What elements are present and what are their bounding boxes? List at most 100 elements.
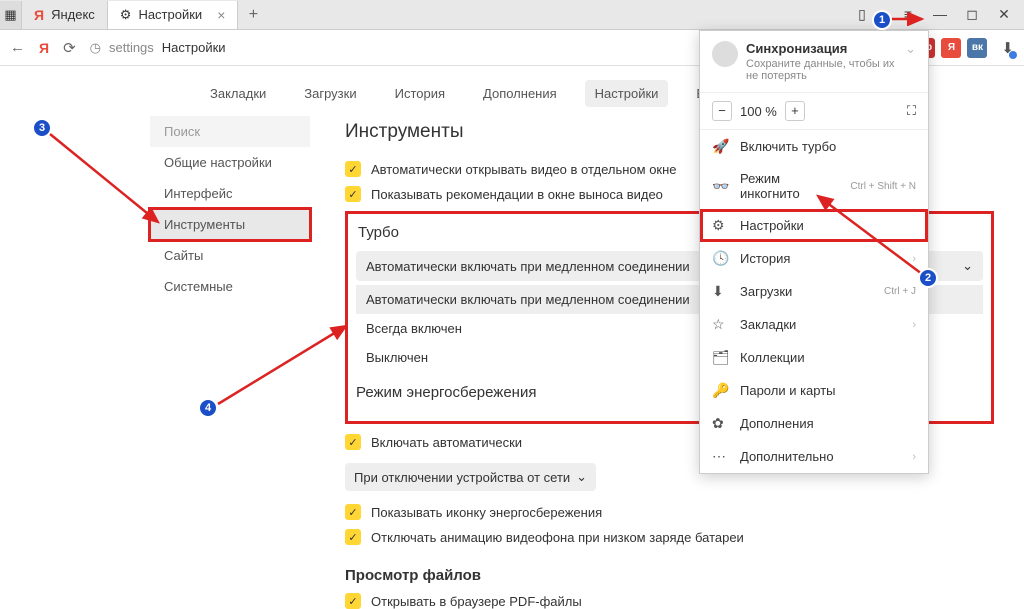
checkbox-icon[interactable]: ✓ <box>345 186 361 202</box>
tab-settings[interactable]: ⚙ Настройки × <box>108 1 239 29</box>
checkbox-icon[interactable]: ✓ <box>345 434 361 450</box>
chevron-down-icon: ⌄ <box>962 258 973 274</box>
menu-label: Загрузки <box>740 284 874 299</box>
menu-icon: ⚙ <box>712 217 730 234</box>
nav-settings[interactable]: Настройки <box>585 80 669 107</box>
chk-label: Открывать в браузере PDF-файлы <box>371 594 582 609</box>
close-icon[interactable]: × <box>217 7 225 23</box>
menu-item-пароли-и-карты[interactable]: 🔑 Пароли и карты <box>700 374 928 407</box>
chk-label: Включать автоматически <box>371 435 522 450</box>
sidebar-item-tools[interactable]: Инструменты <box>150 209 310 240</box>
menu-label: Режим инкогнито <box>740 171 840 201</box>
bookmark-icon[interactable]: ▯ <box>852 6 872 23</box>
menu-item-настройки[interactable]: ⚙ Настройки <box>700 209 928 242</box>
home-button[interactable]: Я <box>39 40 49 56</box>
sidebar-search[interactable]: Поиск <box>150 116 310 147</box>
nav-downloads[interactable]: Загрузки <box>294 80 366 107</box>
menu-zoom: − 100 % + ⛶ <box>700 93 928 130</box>
chk-label: Отключать анимацию видеофона при низком … <box>371 530 744 545</box>
sidebar-item-system[interactable]: Системные <box>150 271 310 302</box>
menu-label: Дополнения <box>740 416 916 431</box>
zoom-value: 100 % <box>740 104 777 119</box>
dd-selected: Автоматически включать при медленном сое… <box>366 259 690 274</box>
nav-addons[interactable]: Дополнения <box>473 80 567 107</box>
chevron-right-icon: › <box>912 253 916 265</box>
fullscreen-icon[interactable]: ⛶ <box>907 103 916 119</box>
menu-item-включить-турбо[interactable]: 🚀 Включить турбо <box>700 130 928 163</box>
dd-selected: При отключении устройства от сети <box>354 470 570 485</box>
sidebar: Поиск Общие настройки Интерфейс Инструме… <box>150 66 310 576</box>
menu-label: Пароли и карты <box>740 383 916 398</box>
sidebar-item-sites[interactable]: Сайты <box>150 240 310 271</box>
chk-label: Автоматически открывать видео в отдельно… <box>371 162 677 177</box>
ext-icon-3[interactable]: вк <box>967 38 987 58</box>
menu-icon: ☆ <box>712 316 730 333</box>
menu-item-дополнения[interactable]: ✿ Дополнения <box>700 407 928 440</box>
menu-item-загрузки[interactable]: ⬇ Загрузки Ctrl + J <box>700 275 928 308</box>
ext-icon-2[interactable]: Я <box>941 38 961 58</box>
menu-icon: 🔑 <box>712 382 730 399</box>
menu-label: Включить турбо <box>740 139 916 154</box>
minimize-button[interactable]: — <box>930 6 950 23</box>
nav-history[interactable]: История <box>385 80 455 107</box>
badge-2: 2 <box>918 268 938 288</box>
menu-shortcut: Ctrl + J <box>884 286 916 297</box>
menu-sync[interactable]: Синхронизация Сохраните данные, чтобы их… <box>700 31 928 93</box>
tab-panel-icon[interactable]: ▦ <box>0 1 22 29</box>
sync-subtitle: Сохраните данные, чтобы их не потерять <box>746 58 897 82</box>
menu-icon: ⋯ <box>712 448 730 465</box>
new-tab-button[interactable]: + <box>238 6 268 24</box>
close-button[interactable]: ✕ <box>994 6 1014 23</box>
chk-label: Показывать рекомендации в окне выноса ви… <box>371 187 663 202</box>
zoom-out-button[interactable]: − <box>712 101 732 121</box>
menu-item-закладки[interactable]: ☆ Закладки › <box>700 308 928 341</box>
badge-1: 1 <box>872 10 892 30</box>
menu-shortcut: Ctrl + Shift + N <box>850 181 916 192</box>
back-button[interactable]: ← <box>10 39 25 56</box>
menu-item-режим-инкогнито[interactable]: 👓 Режим инкогнито Ctrl + Shift + N <box>700 163 928 209</box>
chk-label: Показывать иконку энергосбережения <box>371 505 602 520</box>
sidebar-item-general[interactable]: Общие настройки <box>150 147 310 178</box>
maximize-button[interactable]: ◻ <box>962 6 982 23</box>
menu-icon: ✿ <box>712 415 730 432</box>
checkbox-icon[interactable]: ✓ <box>345 593 361 609</box>
reload-button[interactable]: ⟳ <box>63 39 76 57</box>
menu-icon: 🗂 <box>712 349 730 366</box>
tab-yandex[interactable]: Я Яндекс <box>22 1 108 29</box>
menu-label: Дополнительно <box>740 449 902 464</box>
sidebar-item-interface[interactable]: Интерфейс <box>150 178 310 209</box>
main-menu-panel: Синхронизация Сохраните данные, чтобы их… <box>699 30 929 474</box>
menu-item-дополнительно[interactable]: ⋯ Дополнительно › <box>700 440 928 473</box>
checkbox-icon[interactable]: ✓ <box>345 161 361 177</box>
zoom-in-button[interactable]: + <box>785 101 805 121</box>
menu-icon: ⬇ <box>712 283 730 300</box>
menu-label: Настройки <box>740 218 916 233</box>
badge-4: 4 <box>198 398 218 418</box>
chevron-down-icon: ⌄ <box>905 41 916 82</box>
nav-bookmarks[interactable]: Закладки <box>200 80 276 107</box>
menu-icon: 👓 <box>712 178 730 195</box>
chevron-right-icon: › <box>912 319 916 331</box>
menu-icon[interactable]: ≡ <box>898 6 918 23</box>
chevron-down-icon: ⌄ <box>576 469 587 485</box>
addr-path: Настройки <box>162 40 226 55</box>
menu-item-коллекции[interactable]: 🗂 Коллекции <box>700 341 928 374</box>
avatar-icon <box>712 41 738 67</box>
menu-icon: 🚀 <box>712 138 730 155</box>
menu-label: История <box>740 251 902 266</box>
menu-label: Коллекции <box>740 350 916 365</box>
checkbox-icon[interactable]: ✓ <box>345 529 361 545</box>
menu-item-история[interactable]: 🕓 История › <box>700 242 928 275</box>
gear-icon: ⚙ <box>120 7 132 23</box>
sync-title: Синхронизация <box>746 41 897 56</box>
addr-host: settings <box>109 40 154 55</box>
tab-title: Настройки <box>138 7 202 22</box>
checkbox-icon[interactable]: ✓ <box>345 504 361 520</box>
menu-label: Закладки <box>740 317 902 332</box>
energy-dropdown[interactable]: При отключении устройства от сети ⌄ <box>345 463 596 491</box>
tab-title: Яндекс <box>51 7 95 22</box>
badge-3: 3 <box>32 118 52 138</box>
downloads-icon[interactable]: ⬇ <box>1001 39 1014 57</box>
menu-icon: 🕓 <box>712 250 730 267</box>
chevron-right-icon: › <box>912 451 916 463</box>
